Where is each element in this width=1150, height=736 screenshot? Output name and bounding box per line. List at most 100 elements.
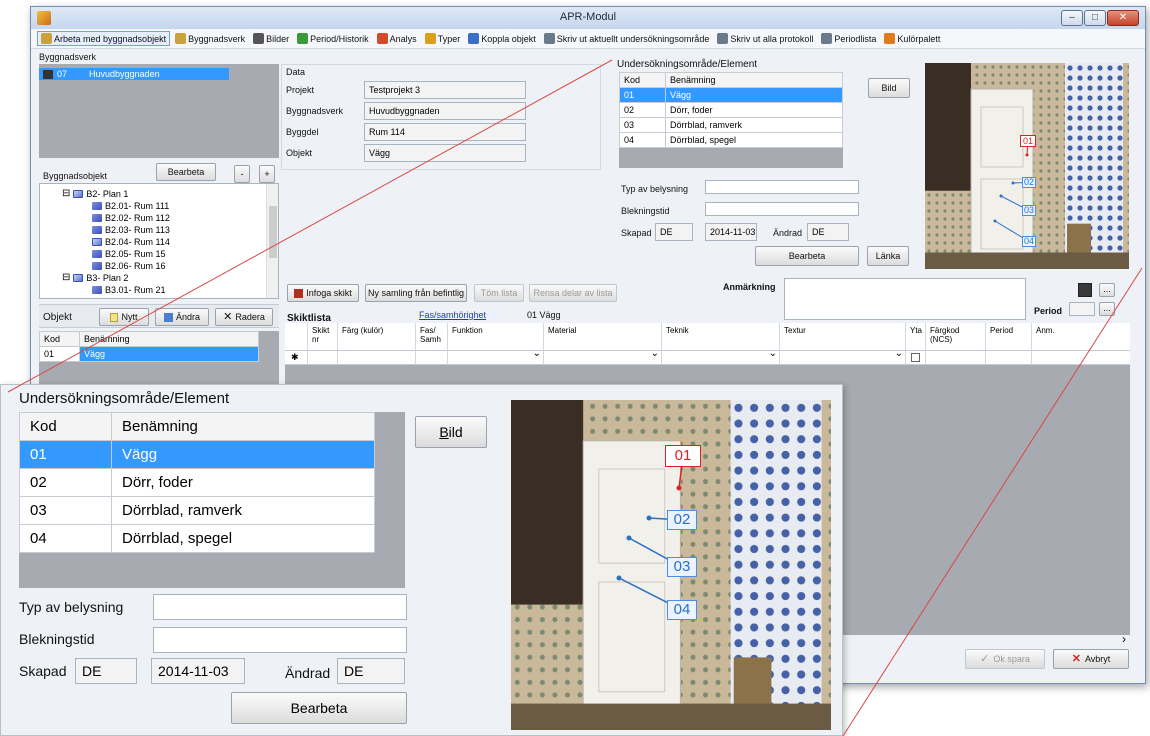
tree-node[interactable]: B2.02- Rum 112 [40,212,278,224]
skiktlista-new-cell[interactable] [925,351,985,365]
tree-scrollbar[interactable] [266,184,278,298]
objekt-delete-button[interactable]: ✕ Radera [215,308,273,326]
photo-tag[interactable]: 04 [1022,236,1036,247]
toolbar-item-2[interactable]: Bilder [250,32,292,45]
skiktlista-new-cell[interactable]: ⌄ [447,348,543,365]
tree-node[interactable]: B2.01- Rum 111 [40,200,278,212]
skiktlista-col-header[interactable]: Anm. [1031,323,1083,351]
toolbar-item-7[interactable]: Skriv ut aktuellt undersökningsområde [541,32,713,45]
skiktlista-col-header[interactable]: Material [543,323,661,351]
photo-tag[interactable]: 03 [667,557,697,577]
skiktlista-col-header[interactable]: Textur [779,323,905,351]
zoom-room-photo[interactable]: 01 02 03 04 [511,400,831,730]
minimize-button[interactable]: – [1061,10,1083,26]
skiktlista-col-header[interactable]: Skikt nr [307,323,337,351]
tree-expander-icon[interactable]: ⊟ [62,188,70,200]
period-input[interactable] [1069,302,1095,316]
photo-tag[interactable]: 02 [1022,177,1036,188]
tree-node[interactable]: B2.05- Rum 15 [40,248,278,260]
undersokning-row[interactable]: 02 Dörr, foder [619,102,843,118]
skiktlista-new-cell[interactable] [1031,351,1083,365]
skiktlista-new-cell[interactable]: ⌄ [779,348,905,365]
blekningstid-input[interactable] [705,202,859,216]
toolbar-item-3[interactable]: Period/Historik [294,32,372,45]
toolbar-item-6[interactable]: Koppla objekt [465,32,539,45]
zoom-undersokning-row[interactable]: 04 Dörrblad, spegel [19,524,375,553]
skiktlista-new-cell[interactable] [337,351,415,365]
toolbar-item-0[interactable]: Arbeta med byggnadsobjekt [37,31,171,46]
objekt-col-name[interactable]: Benämning [79,331,259,347]
tree-node[interactable]: B3.01- Rum 21 [40,284,278,296]
zoom-bild-button[interactable]: Bild [415,416,487,448]
zoom-typ-belysning-input[interactable] [153,594,407,620]
photo-tag[interactable]: 04 [667,600,697,620]
undersokning-col-code[interactable]: Kod [619,72,666,88]
skiktlista-new-cell[interactable]: ⌄ [543,348,661,365]
zoom-col-name[interactable]: Benämning [111,412,375,441]
photo-tag[interactable]: 02 [667,510,697,530]
tree-node[interactable]: ⊟ B2- Plan 1 [40,188,278,200]
photo-tag[interactable]: 03 [1022,205,1036,216]
zoom-undersokning-row[interactable]: 02 Dörr, foder [19,468,375,497]
undersokning-row[interactable]: 03 Dörrblad, ramverk [619,117,843,133]
skiktlista-new-row[interactable]: ✱ ⌄ ⌄ ⌄ ⌄ [285,348,1130,365]
undersokning-col-name[interactable]: Benämning [665,72,843,88]
avbryt-button[interactable]: ✕ Avbryt [1053,649,1129,669]
byggnadsverk-row[interactable]: 07 Huvudbyggnaden [39,68,229,80]
skiktlista-new-cell[interactable] [307,351,337,365]
tree-node[interactable]: ⊟ B3- Plan 2 [40,272,278,284]
infoga-skikt-button[interactable]: Infoga skikt [287,284,359,302]
toolbar-item-9[interactable]: Periodlista [818,32,879,45]
skiktlista-col-header[interactable]: Teknik [661,323,779,351]
objekt-col-code[interactable]: Kod [39,331,80,347]
undersokning-row[interactable]: 01 Vägg [619,87,843,103]
zoom-undersokning-row[interactable]: 03 Dörrblad, ramverk [19,496,375,525]
lanka-button[interactable]: Länka [867,246,909,266]
tree-node[interactable]: B2.06- Rum 16 [40,260,278,272]
skiktlista-col-header[interactable]: Yta [905,323,925,351]
skiktlista-col-header[interactable]: Färg (kulör) [337,323,415,351]
byggnadsobjekt-minus-button[interactable]: - [234,165,250,183]
dropdown-arrow-icon[interactable]: ⌄ [533,348,541,359]
dropdown-arrow-icon[interactable]: ⌄ [895,348,903,359]
close-button[interactable]: ✕ [1107,10,1139,26]
skiktlista-col-header[interactable]: Period [985,323,1031,351]
maximize-button[interactable]: □ [1084,10,1106,26]
objekt-new-button[interactable]: Nytt [99,308,149,326]
scroll-right-icon[interactable]: › [1122,632,1126,646]
skiktlista-col-header[interactable]: Färgkod (NCS) [925,323,985,351]
toolbar-item-1[interactable]: Byggnadsverk [172,32,248,45]
anmarkning-input[interactable] [784,278,1026,320]
period-pick-button[interactable]: ... [1099,302,1115,316]
room-photo[interactable]: 01 02 03 04 [925,63,1129,269]
tree-node[interactable]: B2.03- Rum 113 [40,224,278,236]
byggnadsobjekt-edit-button[interactable]: Bearbeta [156,163,216,181]
toolbar-item-5[interactable]: Typer [422,32,464,45]
skiktlista-new-cell[interactable]: ⌄ [661,348,779,365]
photo-tag[interactable]: 01 [665,445,701,467]
dropdown-arrow-icon[interactable]: ⌄ [651,348,659,359]
bearbeta-button[interactable]: Bearbeta [755,246,859,266]
dropdown-arrow-icon[interactable]: ⌄ [769,348,777,359]
typ-belysning-input[interactable] [705,180,859,194]
byggnadsobjekt-plus-button[interactable]: + [259,165,275,183]
zoom-blekningstid-input[interactable] [153,627,407,653]
toolbar-item-4[interactable]: Analys [374,32,420,45]
toolbar-item-10[interactable]: Kulörpalett [881,32,943,45]
skiktlista-new-cell[interactable] [905,351,925,365]
tree-scroll-thumb[interactable] [269,206,277,258]
photo-tag[interactable]: 01 [1020,135,1036,147]
undersokning-row[interactable]: 04 Dörrblad, spegel [619,132,843,148]
zoom-undersokning-row[interactable]: 01 Vägg [19,440,375,469]
skiktlista-new-cell[interactable] [415,351,447,365]
zoom-bearbeta-button[interactable]: Bearbeta [231,692,407,724]
objekt-edit-button[interactable]: Ändra [155,308,209,326]
skiktlista-new-cell[interactable] [985,351,1031,365]
tree-expander-icon[interactable]: ⊟ [62,272,70,284]
zoom-col-code[interactable]: Kod [19,412,112,441]
fas-samhorighet-link[interactable]: Fas/samhörighet [419,310,486,320]
toolbar-item-8[interactable]: Skriv ut alla protokoll [714,32,816,45]
rensa-delar-button[interactable]: Rensa delar av lista [529,284,617,302]
tree-node[interactable]: B2.04- Rum 114 [40,236,278,248]
tom-lista-button[interactable]: Töm lista [474,284,524,302]
